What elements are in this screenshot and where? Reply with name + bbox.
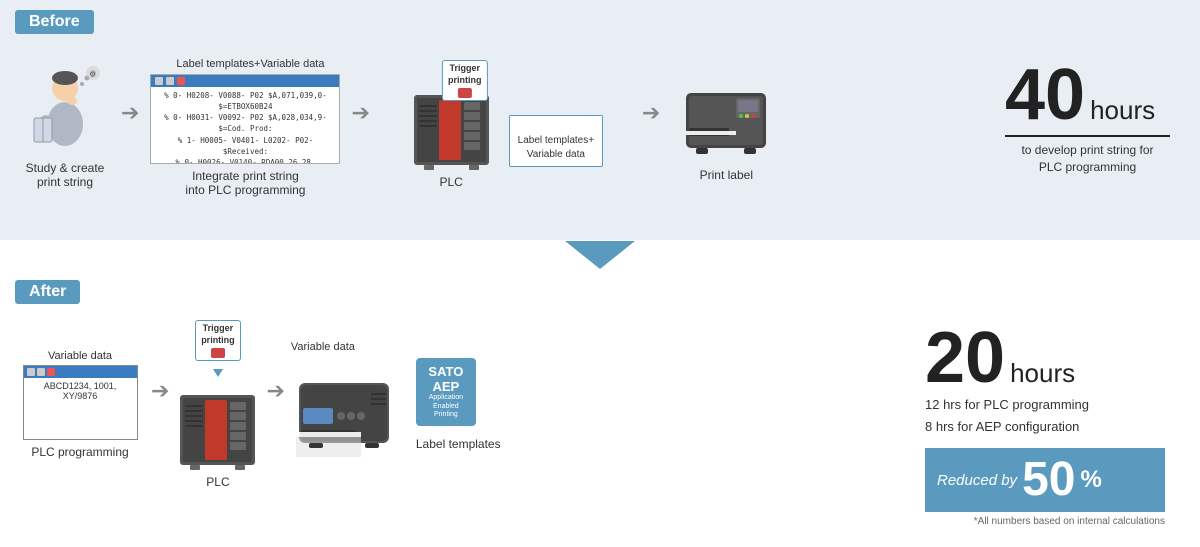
win-btn-3 xyxy=(177,77,185,85)
win-btn-2 xyxy=(166,77,174,85)
after-stats-desc-1: 12 hrs for PLC programming xyxy=(925,394,1165,416)
after-step3-group: Variable data xyxy=(291,341,411,468)
win-btn-1 xyxy=(155,77,163,85)
aep-text: AEP xyxy=(424,379,468,394)
before-step1: ⚙ Study & create print string xyxy=(15,66,115,189)
printer-icon-before xyxy=(681,73,771,163)
arrow1: ➔ xyxy=(121,100,139,126)
before-code-box: % 0- H0208- V0088- P02 $A,071,039,0- $=E… xyxy=(150,74,340,164)
before-step2-label: Integrate print string into PLC programm… xyxy=(185,169,305,197)
after-hours-number: 20 xyxy=(925,322,1005,394)
before-step4: Print label xyxy=(666,73,786,182)
code-line-3: % 1- H0005- V0401- L0202- P02- $Received… xyxy=(156,135,334,158)
before-step2: Label templates+Variable data % 0- H0208… xyxy=(145,58,345,197)
main-container: Before xyxy=(0,0,1200,547)
reduced-pct: % xyxy=(1080,466,1101,494)
trigger-down-arrow-after xyxy=(213,369,223,377)
before-step3-group: Trigger printing xyxy=(376,60,636,194)
before-stats-desc: to develop print string for PLC programm… xyxy=(1005,142,1170,176)
after-vardata-value: ABCD1234, 1001, XY/9876 xyxy=(29,381,132,401)
after-win-btn-2 xyxy=(37,368,45,376)
after-section: After Variable data ABCD1234, 1001, XY/9… xyxy=(0,270,1200,547)
code-line-4: % 0- H0026- V0140- RDA00,26,28, Descript… xyxy=(156,157,334,164)
before-step2-top-label: Label templates+Variable data xyxy=(166,58,324,70)
before-hours-number: 40 xyxy=(1005,59,1085,131)
after-win-btn-1 xyxy=(27,368,35,376)
after-step1-top-label: Variable data xyxy=(48,350,112,362)
aep-sub-text: Application Enabled Printing xyxy=(424,394,468,419)
before-section: Before xyxy=(0,0,1200,240)
after-step3-top-label: Variable data xyxy=(291,341,355,353)
before-label-templates: Label templates+ Variable data xyxy=(509,60,603,172)
sato-aep-badge: SATO AEP Application Enabled Printing xyxy=(416,358,476,425)
code-line-2: % 0- H0031- V0092- P02 $A,028,034,9- $=C… xyxy=(156,112,334,135)
after-step2: Trigger printing xyxy=(175,320,260,489)
after-stats-desc-2: 8 hrs for AEP configuration xyxy=(925,416,1165,438)
person-icon: ⚙ xyxy=(30,66,100,156)
after-arrow1: ➔ xyxy=(151,378,169,404)
before-stats-line xyxy=(1005,135,1170,137)
trigger-badge-after: Trigger printing xyxy=(195,320,241,361)
after-step1-label: PLC programming xyxy=(31,445,128,459)
before-plc-group: Trigger printing xyxy=(409,60,494,189)
after-step2-label: PLC xyxy=(206,475,229,489)
sato-text: SATO xyxy=(424,364,468,379)
before-step3-top: Trigger printing xyxy=(409,60,603,189)
before-step3-label: PLC xyxy=(439,175,462,189)
footnote: *All numbers based on internal calculati… xyxy=(925,516,1165,527)
after-win-btn-3 xyxy=(47,368,55,376)
before-hours-unit: hours xyxy=(1090,95,1155,126)
arrow2: ➔ xyxy=(351,100,369,126)
svg-text:⚙: ⚙ xyxy=(89,70,96,79)
reduced-number: 50 xyxy=(1022,456,1075,504)
down-arrow-icon xyxy=(565,241,635,269)
after-label: After xyxy=(15,280,80,304)
before-flow-row: ⚙ Study & create print string ➔ Label te… xyxy=(15,42,1185,212)
after-arrow2: ➔ xyxy=(266,378,284,404)
trigger-badge-before: Trigger printing xyxy=(442,60,488,101)
code-line-1: % 0- H0208- V0088- P02 $A,071,039,0- $=E… xyxy=(156,90,334,113)
printer-icon-after xyxy=(291,358,411,468)
after-vardata-box: ABCD1234, 1001, XY/9876 xyxy=(23,365,138,440)
divider xyxy=(0,240,1200,270)
after-hours-unit: hours xyxy=(1010,358,1075,389)
before-stats: 40 hours to develop print string for PLC… xyxy=(985,49,1185,186)
label-templates-box-before: Label templates+ Variable data xyxy=(509,115,603,167)
arrow3: ➔ xyxy=(642,100,660,126)
before-label: Before xyxy=(15,10,94,34)
after-flow-row: Variable data ABCD1234, 1001, XY/9876 PL… xyxy=(15,312,1185,497)
after-stats: 20 hours 12 hrs for PLC programming 8 hr… xyxy=(905,312,1185,537)
before-step4-label: Print label xyxy=(700,168,753,182)
reduced-box: Reduced by 50 % xyxy=(925,448,1165,512)
after-step1: Variable data ABCD1234, 1001, XY/9876 PL… xyxy=(15,350,145,459)
before-step1-label: Study & create print string xyxy=(26,161,105,189)
after-step4: SATO AEP Application Enabled Printing La… xyxy=(416,358,501,450)
after-step4-label: Label templates xyxy=(416,437,501,451)
plc-icon-after xyxy=(175,380,260,470)
reduced-label: Reduced by xyxy=(937,472,1017,489)
